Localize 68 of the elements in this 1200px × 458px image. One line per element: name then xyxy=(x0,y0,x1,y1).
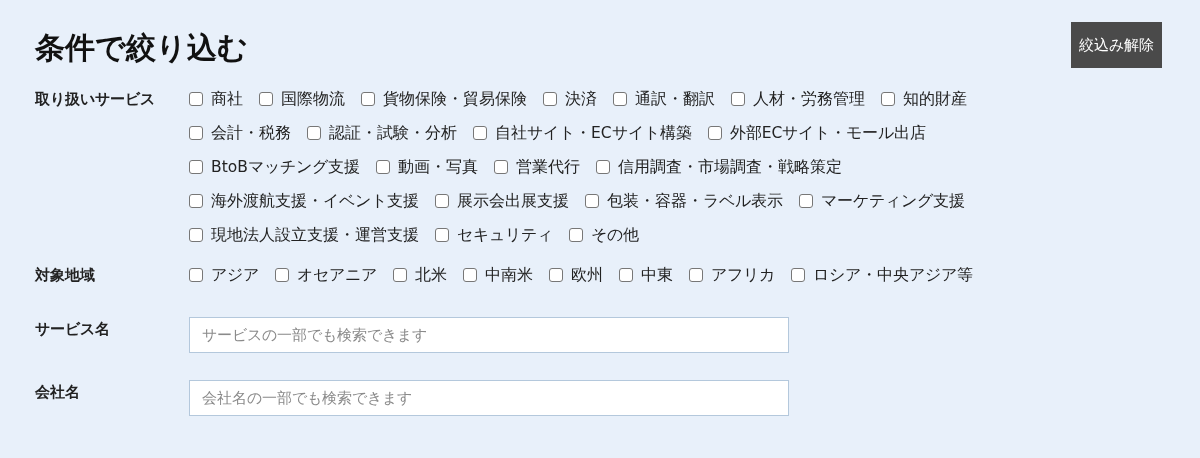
checkbox[interactable] xyxy=(549,268,563,282)
checkbox[interactable] xyxy=(689,268,703,282)
option-label[interactable]: 現地法人設立支援・運営支援 xyxy=(211,223,419,247)
option-label[interactable]: アジア xyxy=(211,263,259,287)
option-label[interactable]: 国際物流 xyxy=(281,87,345,111)
checkbox[interactable] xyxy=(259,92,273,106)
checkbox[interactable] xyxy=(799,194,813,208)
clear-filters-button[interactable]: 絞込み解除 xyxy=(1071,22,1162,68)
field-label: 会社名 xyxy=(35,382,81,402)
checkbox[interactable] xyxy=(881,92,895,106)
option-label[interactable]: オセアニア xyxy=(297,263,377,287)
checkbox[interactable] xyxy=(595,160,610,174)
option-label[interactable]: 中南米 xyxy=(485,263,533,287)
checkbox[interactable] xyxy=(569,228,583,242)
option-label[interactable]: 包装・容器・ラベル表示 xyxy=(607,189,783,213)
checkbox[interactable] xyxy=(189,160,203,174)
checkbox[interactable] xyxy=(435,228,449,242)
option-label[interactable]: 展示会出展支援 xyxy=(457,189,569,213)
checkbox[interactable] xyxy=(189,194,203,208)
checkbox[interactable] xyxy=(731,92,745,106)
checkbox[interactable] xyxy=(393,268,407,282)
option-label[interactable]: ロシア・中央アジア等 xyxy=(813,263,973,287)
checkbox[interactable] xyxy=(463,268,477,282)
filter-label: 取り扱いサービス xyxy=(35,89,156,110)
checkbox[interactable] xyxy=(189,228,203,242)
option-label[interactable]: 人材・労務管理 xyxy=(753,87,865,111)
checkbox[interactable] xyxy=(619,268,633,282)
option-label[interactable]: 自社サイト・ECサイト構築 xyxy=(495,121,692,145)
option-label[interactable]: 海外渡航支援・イベント支援 xyxy=(211,189,419,213)
checkbox[interactable] xyxy=(189,126,203,140)
option-label[interactable]: 商社 xyxy=(211,87,243,111)
option-label[interactable]: 知的財産 xyxy=(903,87,967,111)
checkbox[interactable] xyxy=(307,126,321,140)
option-label[interactable]: 欧州 xyxy=(571,263,603,287)
option-label[interactable]: 営業代行 xyxy=(515,155,580,179)
option-label[interactable]: 決済 xyxy=(565,87,597,111)
option-label[interactable]: 北米 xyxy=(415,263,447,287)
option-label[interactable]: アフリカ xyxy=(711,263,775,287)
checkbox[interactable] xyxy=(275,268,289,282)
checkbox[interactable] xyxy=(473,126,487,140)
checkbox[interactable] xyxy=(435,194,449,208)
checkbox[interactable] xyxy=(613,92,627,106)
option-label[interactable]: 外部ECサイト・モール出店 xyxy=(729,121,927,145)
checkbox[interactable] xyxy=(493,160,508,174)
option-label[interactable]: セキュリティ xyxy=(457,223,553,247)
checkbox[interactable] xyxy=(585,194,599,208)
checkbox[interactable] xyxy=(543,92,557,106)
checkbox[interactable] xyxy=(375,160,390,174)
option-label[interactable]: その他 xyxy=(591,223,639,247)
field-label: サービス名 xyxy=(35,319,111,339)
search-field[interactable]: 会社名の一部でも検索できます xyxy=(189,380,789,416)
search-field[interactable]: サービスの一部でも検索できます xyxy=(189,317,789,353)
option-label[interactable]: BtoBマッチング支援 xyxy=(211,155,360,179)
option-label[interactable]: 貨物保険・貿易保険 xyxy=(383,87,527,111)
option-label[interactable]: 会計・税務 xyxy=(211,121,291,145)
page-title: 条件で絞り込む xyxy=(35,29,248,67)
checkbox[interactable] xyxy=(361,92,375,106)
option-label[interactable]: 中東 xyxy=(641,263,673,287)
option-label[interactable]: 信用調査・市場調査・戦略策定 xyxy=(617,155,842,179)
filter-label: 対象地域 xyxy=(35,265,96,286)
checkbox[interactable] xyxy=(189,268,203,282)
option-label[interactable]: 動画・写真 xyxy=(397,155,478,179)
checkbox[interactable] xyxy=(189,92,203,106)
option-label[interactable]: マーケティング支援 xyxy=(821,189,965,213)
checkbox[interactable] xyxy=(707,126,722,140)
checkbox[interactable] xyxy=(791,268,805,282)
option-label[interactable]: 通訳・翻訳 xyxy=(635,87,715,111)
option-label[interactable]: 認証・試験・分析 xyxy=(329,121,457,145)
